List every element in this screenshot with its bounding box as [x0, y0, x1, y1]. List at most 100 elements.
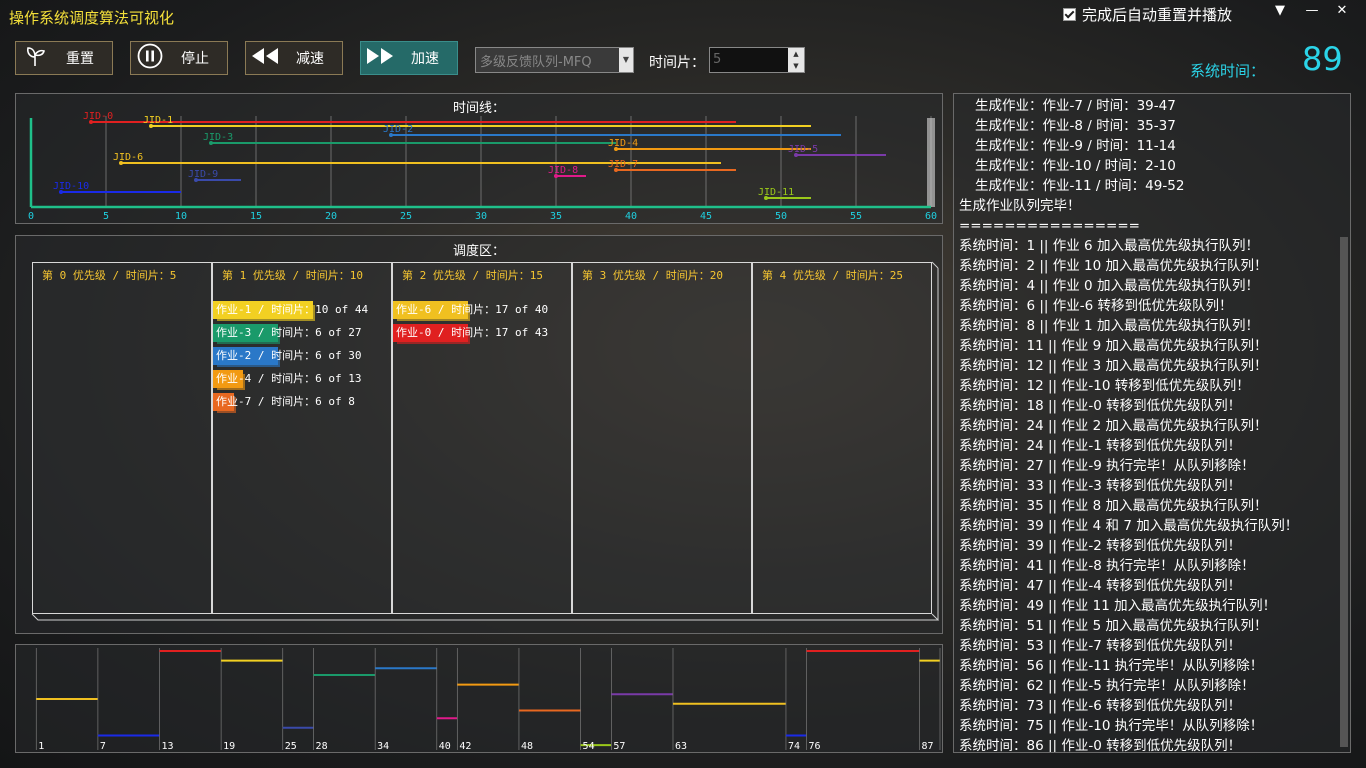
- priority-queue-3: 第 3 优先级 / 时间片：20: [572, 262, 752, 614]
- timeline-job-label: JID-10: [53, 181, 89, 192]
- log-line: 系统时间：41 || 作业-8 执行完毕！从队列移除！: [959, 558, 1255, 574]
- systime-label: 系统时间：: [1190, 62, 1266, 80]
- queue-job: 作业-0 / 时间片：17 of 43: [393, 324, 548, 342]
- timeline-job-label: JID-9: [188, 169, 218, 180]
- faster-label: 加速: [411, 51, 439, 67]
- rewind-icon: [246, 47, 284, 70]
- slower-button[interactable]: 减速: [245, 41, 343, 75]
- slice-value[interactable]: 5: [710, 48, 788, 72]
- log-line: 生成作业：作业-8 / 时间：35-37: [975, 118, 1176, 134]
- gantt-tick-label: 34: [377, 741, 389, 752]
- queue-job: 作业-4 / 时间片：6 of 13: [213, 370, 361, 388]
- systime-value: 89: [1302, 40, 1343, 78]
- priority-queue-0: 第 0 优先级 / 时间片：5: [32, 262, 212, 614]
- algorithm-value: 多级反馈队列-MFQ: [480, 54, 592, 70]
- log-line: 系统时间：39 || 作业-2 转移到低优先级队列！: [959, 538, 1242, 554]
- log-line: 生成作业：作业-7 / 时间：39-47: [975, 98, 1176, 114]
- queue-header: 第 0 优先级 / 时间片：5: [42, 269, 177, 282]
- gantt-tick-label: 63: [675, 741, 687, 752]
- x-tick-label: 25: [400, 211, 412, 222]
- gantt-tick-label: 7: [100, 741, 106, 752]
- x-tick-label: 60: [925, 211, 937, 222]
- log-list: 生成作业：作业-7 / 时间：39-47 生成作业：作业-8 / 时间：35-37…: [954, 96, 1350, 752]
- app-title: 操作系统调度算法可视化: [9, 9, 175, 27]
- gantt-tick-label: 13: [162, 741, 174, 752]
- minimize-button[interactable]: —: [1298, 0, 1326, 22]
- algorithm-select[interactable]: 多级反馈队列-MFQ ▼: [475, 47, 634, 73]
- queue-header: 第 4 优先级 / 时间片：25: [762, 269, 903, 282]
- autoreset-label: 完成后自动重置并播放: [1082, 6, 1233, 24]
- job-label: 作业-7 / 时间片：6 of 8: [216, 395, 355, 408]
- x-tick-label: 55: [850, 211, 862, 222]
- job-label: 作业-2 / 时间片：6 of 30: [216, 349, 362, 362]
- timeline-job-label: JID-4: [608, 138, 638, 149]
- log-line: 系统时间：75 || 作业-10 执行完毕！从队列移除！: [959, 718, 1264, 734]
- job-label: 作业-1 / 时间片：10 of 44: [216, 303, 369, 316]
- log-line: 系统时间：62 || 作业-5 执行完毕！从队列移除！: [959, 678, 1255, 694]
- x-tick-label: 10: [175, 211, 187, 222]
- job-label: 作业-6 / 时间片：17 of 40: [396, 303, 549, 316]
- gantt-tick-label: 57: [613, 741, 625, 752]
- gantt-tick-label: 76: [808, 741, 820, 752]
- faster-button[interactable]: 加速: [360, 41, 458, 75]
- job-label: 作业-0 / 时间片：17 of 43: [396, 326, 549, 339]
- log-line: 系统时间：2 || 作业 10 加入最高优先级执行队列！: [959, 258, 1268, 274]
- timeline-job-label: JID-0: [83, 111, 113, 122]
- log-line: 系统时间：12 || 作业-10 转移到低优先级队列！: [959, 378, 1250, 394]
- queue-job: 作业-3 / 时间片：6 of 27: [213, 324, 361, 342]
- log-line: 生成作业队列完毕！: [959, 198, 1081, 214]
- x-tick-label: 15: [250, 211, 262, 222]
- log-line: 系统时间：8 || 作业 1 加入最高优先级执行队列！: [959, 318, 1259, 334]
- chevron-down-icon[interactable]: ▼: [619, 48, 633, 72]
- gantt-tick-label: 42: [459, 741, 471, 752]
- queue-header: 第 1 优先级 / 时间片：10: [222, 269, 363, 282]
- x-tick-label: 45: [700, 211, 712, 222]
- queue-job: 作业-7 / 时间片：6 of 8: [213, 393, 355, 411]
- x-tick-label: 0: [28, 211, 34, 222]
- log-line: 系统时间：51 || 作业 5 加入最高优先级执行队列！: [959, 618, 1268, 634]
- decrement-icon[interactable]: ▼: [788, 60, 804, 72]
- stop-button[interactable]: 停止: [130, 41, 228, 75]
- job-label: 作业-4 / 时间片：6 of 13: [216, 372, 362, 385]
- priority-queue-2: 第 2 优先级 / 时间片：15 作业-6 / 时间片：17 of 40 作业-0 …: [392, 262, 572, 614]
- window-menu-button[interactable]: ▼: [1266, 0, 1294, 22]
- timeline-job-label: JID-3: [203, 132, 233, 143]
- queue-job: 作业-2 / 时间片：6 of 30: [213, 347, 361, 365]
- timeline-job-label: JID-2: [383, 124, 413, 135]
- slice-stepper[interactable]: 5 ▲ ▼: [709, 47, 805, 73]
- gantt-tick-label: 87: [921, 741, 933, 752]
- timeline-chart: 0 5 10 15 20 25 30 35 40 45 50 55 60 JID-0 JID-1 JID-2 J…: [28, 111, 937, 222]
- timeline-job-label: JID-6: [113, 152, 143, 163]
- log-line: 生成作业：作业-10 / 时间：2-10: [975, 158, 1176, 174]
- timeline-end-marker: [927, 118, 935, 207]
- log-line: 系统时间：73 || 作业-6 转移到低优先级队列！: [959, 698, 1242, 714]
- timeline-job-label: JID-11: [758, 187, 794, 198]
- log-line: 系统时间：18 || 作业-0 转移到低优先级队列！: [959, 398, 1242, 414]
- increment-icon[interactable]: ▲: [788, 48, 804, 60]
- log-line: 系统时间：11 || 作业 9 加入最高优先级执行队列！: [959, 338, 1268, 354]
- reset-label: 重置: [66, 51, 94, 67]
- log-line: 系统时间：53 || 作业-7 转移到低优先级队列！: [959, 638, 1242, 654]
- log-line: 系统时间：12 || 作业 3 加入最高优先级执行队列！: [959, 358, 1268, 374]
- timeline-panel: 时间线： 0 5 10 15 20 25 30 35 40 45 50 55 60 JID-0 JID-1 J…: [15, 93, 943, 224]
- autoreset-checkbox[interactable]: 完成后自动重置并播放: [1063, 4, 1232, 25]
- pause-icon: [131, 43, 169, 74]
- close-button[interactable]: ✕: [1328, 0, 1356, 22]
- timeline-job-label: JID-7: [608, 159, 638, 170]
- x-tick-label: 20: [325, 211, 337, 222]
- log-line: ================: [959, 218, 1140, 234]
- fast-forward-icon: [361, 47, 399, 70]
- log-scrollbar[interactable]: [1340, 237, 1348, 747]
- checkbox-checked-icon[interactable]: [1063, 8, 1076, 21]
- log-line: 系统时间：39 || 作业 4 和 7 加入最高优先级执行队列！: [959, 518, 1299, 534]
- log-line: 系统时间：49 || 作业 11 加入最高优先级执行队列！: [959, 598, 1277, 614]
- slice-label: 时间片：: [649, 55, 705, 71]
- log-line: 系统时间：24 || 作业 2 加入最高优先级执行队列！: [959, 418, 1268, 434]
- queue-header: 第 2 优先级 / 时间片：15: [402, 269, 543, 282]
- gantt-tick-label: 54: [583, 741, 595, 752]
- queue-job: 作业-6 / 时间片：17 of 40: [393, 301, 548, 319]
- log-line: 系统时间：33 || 作业-3 转移到低优先级队列！: [959, 478, 1242, 494]
- reset-button[interactable]: 重置: [15, 41, 113, 75]
- log-line: 生成作业：作业-11 / 时间：49-52: [975, 178, 1185, 194]
- schedule-panel: 调度区： 第 0 优先级 / 时间片：5 第 1 优先级 / 时间片：10 作业-1…: [15, 235, 943, 634]
